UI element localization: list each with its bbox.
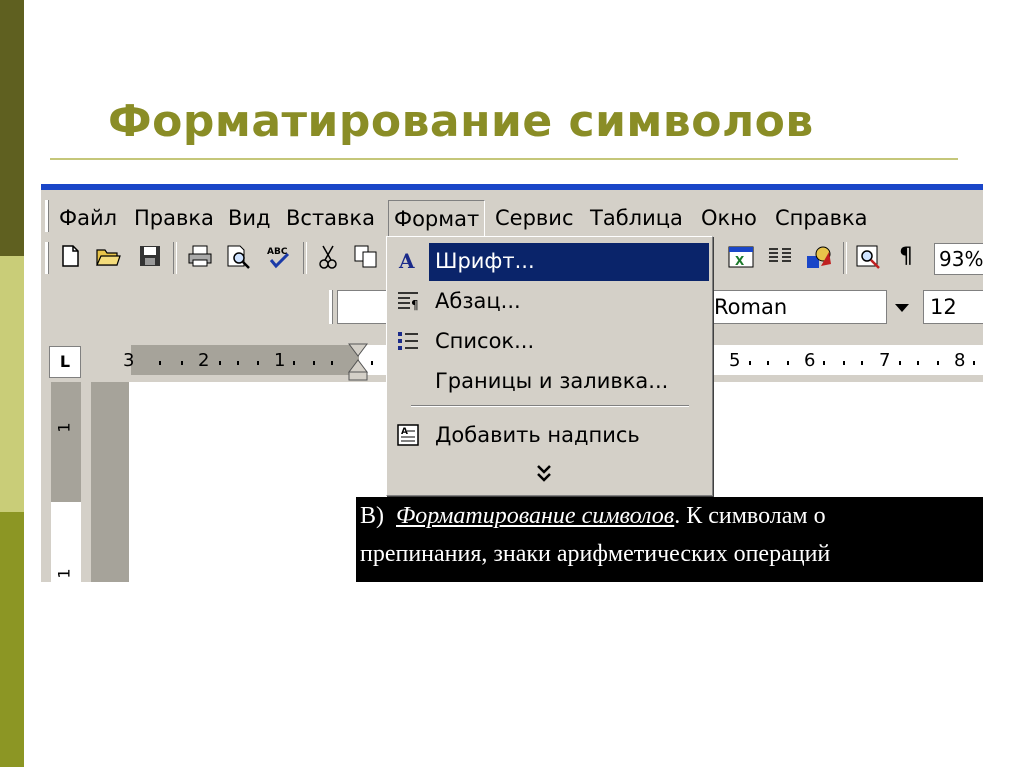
doc-term: Форматирование символов	[396, 503, 675, 529]
open-folder-icon[interactable]	[95, 244, 121, 270]
menu-help[interactable]: Справка	[775, 206, 868, 230]
menu-separator	[411, 405, 689, 407]
paragraph-icon: ¶	[395, 289, 421, 315]
menu-item-borders[interactable]: Границы и заливка...	[387, 363, 712, 401]
svg-text:¶: ¶	[411, 298, 419, 312]
font-size-value: 12	[930, 295, 957, 319]
format-menu-dropdown: A Шрифт... ¶ Абзац... Список... Границы …	[386, 236, 713, 496]
menu-item-list-wrap: Список...	[429, 323, 709, 361]
toolbar-separator	[843, 242, 847, 274]
accent-bar-top	[0, 0, 24, 256]
menu-table[interactable]: Таблица	[590, 206, 683, 230]
word-screenshot: Файл Правка Вид Вставка Формат Сервис Та…	[41, 184, 983, 582]
list-icon	[395, 329, 421, 355]
menu-item-borders-wrap: Границы и заливка...	[429, 363, 709, 401]
font-size-select[interactable]: 12	[923, 290, 983, 324]
svg-text:X: X	[735, 254, 745, 268]
ruler-number: 3	[123, 350, 135, 371]
menu-item-textbox[interactable]: A Добавить надпись	[387, 417, 712, 455]
document-line-1: В) Форматирование символов. К символам о	[360, 497, 983, 535]
accent-bar-bottom	[0, 512, 24, 767]
formatbar-grip[interactable]	[329, 290, 333, 324]
page-margin	[91, 382, 129, 582]
toolbar-grip[interactable]	[45, 242, 49, 274]
font-dropdown-arrow-icon[interactable]	[887, 290, 917, 324]
spelling-icon[interactable]: ABC	[265, 244, 291, 270]
menu-item-paragraph[interactable]: ¶ Абзац...	[387, 283, 712, 321]
document-line-2: препинания, знаки арифметических операци…	[360, 541, 831, 567]
title-divider	[50, 158, 958, 160]
menu-item-label: Добавить надпись	[435, 423, 640, 447]
toolbar-separator	[173, 242, 177, 274]
menu-file[interactable]: Файл	[59, 206, 117, 230]
font-name-value: Roman	[714, 295, 788, 319]
style-select[interactable]	[337, 290, 391, 324]
vruler-number: 1	[54, 568, 74, 579]
svg-text:A: A	[401, 427, 408, 437]
menu-item-label: Шрифт...	[435, 249, 535, 273]
zoom-box[interactable]: 93%	[934, 243, 983, 275]
menu-edit[interactable]: Правка	[134, 206, 214, 230]
menubar-grip[interactable]	[45, 200, 49, 232]
window-titlebar-edge	[41, 184, 983, 190]
document-map-icon[interactable]	[855, 244, 881, 270]
columns-icon[interactable]	[767, 244, 793, 270]
doc-prefix: В)	[360, 503, 384, 529]
font-name-select[interactable]: Roman	[709, 290, 887, 324]
menu-item-paragraph-wrap: Абзац...	[429, 283, 709, 321]
menu-item-label: Список...	[435, 329, 535, 353]
expand-chevron-icon[interactable]	[535, 463, 553, 488]
menu-item-label: Абзац...	[435, 289, 521, 313]
toolbar-separator	[303, 242, 307, 274]
accent-bar-middle	[0, 256, 24, 512]
cut-icon[interactable]	[315, 244, 341, 270]
print-icon[interactable]	[187, 244, 213, 270]
menu-item-list[interactable]: Список...	[387, 323, 712, 361]
menu-view[interactable]: Вид	[228, 206, 271, 230]
new-document-icon[interactable]	[57, 244, 83, 270]
save-icon[interactable]	[137, 244, 163, 270]
svg-text:A: A	[398, 249, 415, 273]
menu-format[interactable]: Формат	[388, 200, 486, 237]
tab-selector[interactable]: L	[49, 346, 81, 378]
vruler-number: 1	[54, 422, 74, 433]
insert-excel-icon[interactable]: X	[727, 244, 754, 270]
show-formatting-icon[interactable]: ¶	[893, 244, 919, 270]
document-text-sample: В) Форматирование символов. К символам о…	[356, 497, 983, 582]
menu-item-font-highlight: Шрифт...	[429, 243, 709, 281]
textbox-icon: A	[395, 423, 421, 449]
font-a-icon: A	[395, 249, 421, 275]
menu-insert[interactable]: Вставка	[286, 206, 375, 230]
menu-item-textbox-wrap: Добавить надпись	[429, 417, 709, 455]
doc-rest: . К символам о	[674, 503, 826, 529]
drawing-icon[interactable]	[805, 244, 831, 270]
print-preview-icon[interactable]	[225, 244, 251, 270]
menu-item-label: Границы и заливка...	[435, 369, 669, 393]
copy-icon[interactable]	[353, 244, 379, 270]
menu-window[interactable]: Окно	[701, 206, 757, 230]
menu-item-font[interactable]: A Шрифт...	[387, 243, 712, 281]
slide-title: Форматирование символов	[108, 96, 814, 147]
menu-bar: Файл Правка Вид Вставка Формат Сервис Та…	[41, 194, 983, 237]
menu-tools[interactable]: Сервис	[495, 206, 573, 230]
